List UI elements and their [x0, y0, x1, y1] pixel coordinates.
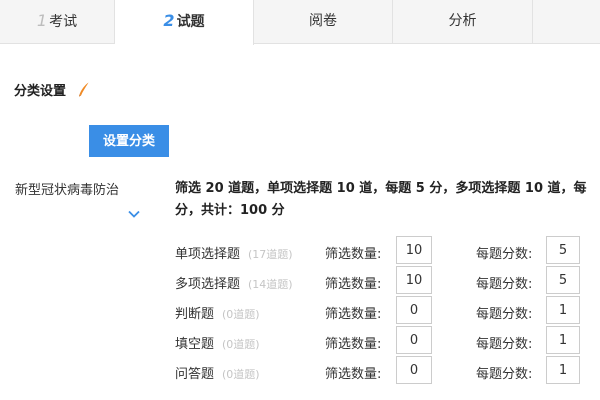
score-per-question-input[interactable] — [546, 236, 580, 264]
score-per-question-input[interactable] — [546, 326, 580, 354]
tab-grading[interactable]: 阅卷 — [254, 0, 393, 44]
chevron-down-icon[interactable] — [128, 203, 140, 222]
filter-count-label: 筛选数量: — [325, 367, 382, 382]
question-row-fill-blank: 填空题(0道题) 筛选数量: 每题分数: — [0, 326, 600, 356]
tab-bar: 1 考试 2 试题 阅卷 分析 — [0, 0, 600, 45]
filter-count-input[interactable] — [396, 326, 432, 354]
score-per-question-label: 每题分数: — [476, 307, 533, 322]
tab-label: 试题 — [176, 14, 205, 30]
question-row-essay: 问答题(0道题) 筛选数量: 每题分数: — [0, 356, 600, 386]
set-category-button[interactable]: 设置分类 — [89, 125, 169, 157]
filter-count-label: 筛选数量: — [325, 247, 382, 262]
filter-count-input[interactable] — [396, 296, 432, 324]
tab-step-number: 2 — [163, 11, 175, 30]
filter-count-input[interactable] — [396, 266, 432, 294]
section-title: 分类设置 — [14, 84, 67, 99]
question-type: 填空题 (0道题) — [175, 337, 260, 352]
tab-label: 分析 — [448, 13, 477, 29]
question-count: (0道题) — [222, 338, 260, 351]
question-row-single-choice: 单项选择题(17道题) 筛选数量: 每题分数: — [0, 236, 600, 266]
category-name[interactable]: 新型冠状病毒防治 — [15, 179, 119, 198]
question-type: 问答题 (0道题) — [175, 367, 260, 382]
tab-label: 考试 — [49, 14, 78, 30]
question-row-multiple-choice: 多项选择题(14道题) 筛选数量: 每题分数: — [0, 266, 600, 296]
tab-step-number: 1 — [36, 11, 48, 30]
filter-count-input[interactable] — [396, 236, 432, 264]
score-per-question-label: 每题分数: — [476, 337, 533, 352]
tab-analysis[interactable]: 分析 — [393, 0, 533, 44]
tab-questions[interactable]: 2 试题 — [115, 0, 254, 45]
score-per-question-label: 每题分数: — [476, 367, 533, 382]
score-per-question-input[interactable] — [546, 266, 580, 294]
summary-line-1: 筛选 20 道题，单项选择题 10 道，每题 5 分，多项选择题 10 道，每 — [175, 181, 587, 196]
filter-count-label: 筛选数量: — [325, 307, 382, 322]
filter-count-input[interactable] — [396, 356, 432, 384]
score-per-question-input[interactable] — [546, 356, 580, 384]
category-summary: 筛选 20 道题，单项选择题 10 道，每题 5 分，多项选择题 10 道，每 … — [175, 178, 595, 222]
score-per-question-label: 每题分数: — [476, 247, 533, 262]
filter-count-label: 筛选数量: — [325, 337, 382, 352]
question-type: 多项选择题 (14道题) — [175, 277, 293, 292]
question-count: (14道题) — [248, 278, 293, 291]
pencil-icon[interactable] — [78, 82, 90, 101]
tab-label: 阅卷 — [309, 13, 337, 29]
question-count: (0道题) — [222, 308, 260, 321]
tab-exam[interactable]: 1 考试 — [0, 0, 115, 44]
question-row-true-false: 判断题(0道题) 筛选数量: 每题分数: — [0, 296, 600, 326]
question-type: 判断题 (0道题) — [175, 307, 260, 322]
score-per-question-label: 每题分数: — [476, 277, 533, 292]
summary-line-2: 分，共计：100 分 — [175, 203, 285, 218]
question-count: (17道题) — [248, 248, 293, 261]
filter-count-label: 筛选数量: — [325, 277, 382, 292]
score-per-question-input[interactable] — [546, 296, 580, 324]
question-type: 单项选择题 (17道题) — [175, 247, 293, 262]
question-count: (0道题) — [222, 368, 260, 381]
